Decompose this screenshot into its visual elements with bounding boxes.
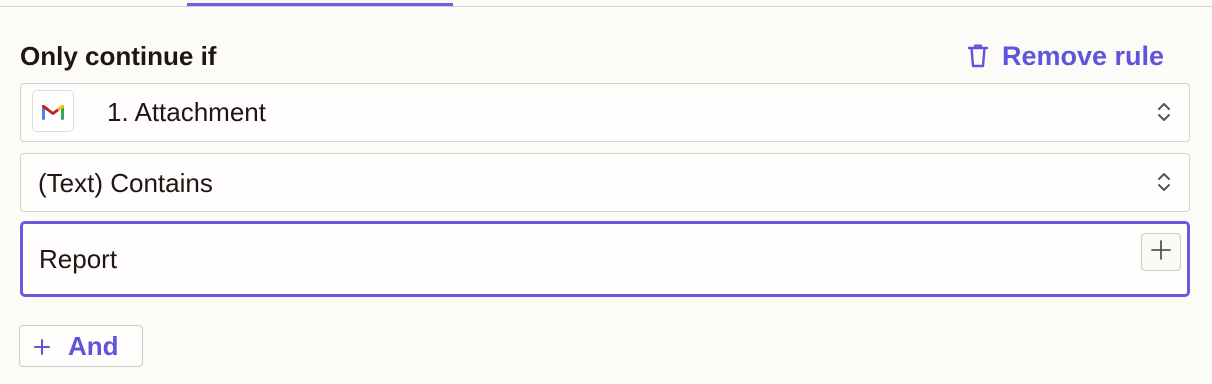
insert-data-button[interactable] — [1141, 233, 1181, 271]
rule-heading: Only continue if — [20, 41, 217, 71]
remove-rule-button[interactable]: Remove rule — [968, 38, 1164, 74]
chevron-updown-icon — [1157, 101, 1171, 128]
remove-rule-label: Remove rule — [1002, 40, 1165, 71]
value-input[interactable]: Report — [20, 221, 1190, 297]
operator-select[interactable]: (Text) Contains — [20, 153, 1190, 212]
value-input-text: Report — [39, 244, 118, 274]
and-button-label: And — [68, 330, 119, 361]
active-tab-indicator — [187, 3, 453, 6]
trigger-field-value: 1. Attachment — [107, 97, 266, 127]
chevron-updown-icon — [1157, 171, 1171, 198]
trash-icon — [968, 44, 988, 68]
gmail-icon — [32, 90, 74, 132]
tab-bar-divider — [0, 6, 1212, 7]
plus-icon — [1151, 239, 1171, 265]
add-and-condition-button[interactable]: And — [19, 325, 143, 367]
plus-icon — [34, 331, 50, 362]
operator-value: (Text) Contains — [38, 168, 213, 198]
trigger-field-select[interactable]: 1. Attachment — [20, 83, 1190, 142]
